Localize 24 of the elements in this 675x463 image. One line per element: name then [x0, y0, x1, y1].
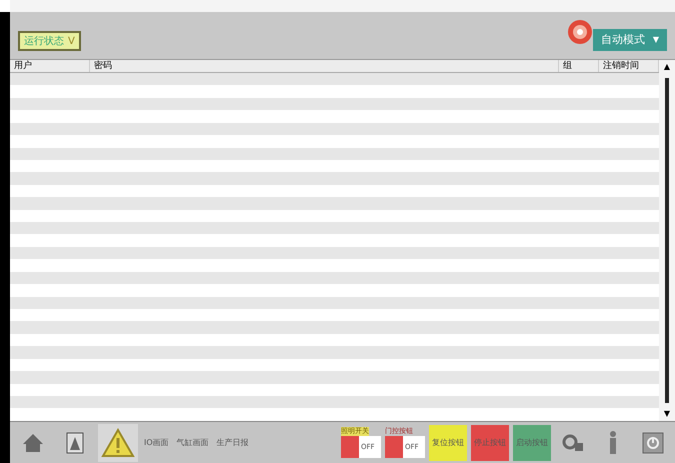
action-button[interactable]: 复位按钮 — [429, 424, 467, 460]
scroll-up-button[interactable]: ▲ — [664, 60, 670, 74]
switch-knob — [341, 436, 359, 458]
scrollbar-thumb[interactable] — [665, 78, 669, 403]
column-header: 组 — [559, 60, 599, 72]
person-icon — [608, 430, 618, 454]
status-value: V — [68, 34, 75, 48]
power-icon — [642, 432, 664, 454]
switch-knob — [385, 436, 403, 458]
home-icon — [22, 432, 44, 454]
alarm-light-icon — [566, 19, 593, 45]
gear-icon — [562, 432, 584, 452]
action-button[interactable]: 启动按钮 — [513, 424, 551, 460]
column-header: 用户 — [10, 60, 90, 72]
nav-button[interactable]: 气缸画面 — [174, 424, 211, 462]
warning-icon — [101, 428, 135, 458]
alarm-button[interactable] — [98, 424, 138, 462]
nav-button[interactable]: IO画面 — [142, 424, 171, 462]
document-icon — [66, 432, 84, 454]
nav-button[interactable]: 生产日报 — [214, 424, 251, 462]
status-label: 运行状态 — [24, 34, 64, 48]
scroll-down-button[interactable]: ▼ — [664, 407, 670, 421]
mode-dropdown[interactable]: 自动模式 ▼ — [592, 29, 667, 51]
column-header: 密码 — [90, 60, 559, 72]
